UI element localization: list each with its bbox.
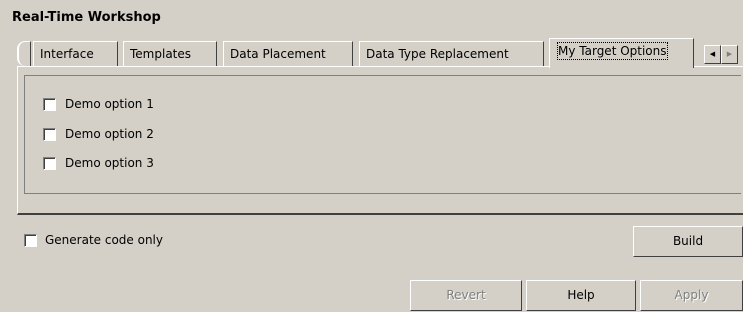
arrow-right-icon: ▶ [726,50,733,58]
tab-overflow-stub[interactable] [17,41,31,66]
arrow-left-icon: ◀ [709,50,716,58]
tab-my-target-options[interactable]: My Target Options [549,38,694,68]
tab-data-placement-label: Data Placement [230,47,326,61]
tab-data-type-replacement-label: Data Type Replacement [366,47,509,61]
tab-templates-label: Templates [130,47,192,61]
tab-scroll-right-button[interactable]: ▶ [721,45,738,64]
tab-scroll-left-button[interactable]: ◀ [704,45,721,64]
demo-option-3-label: Demo option 3 [65,156,154,170]
revert-button[interactable]: Revert [410,280,522,311]
tab-interface[interactable]: Interface [33,41,118,66]
panel-title: Real-Time Workshop [12,10,161,25]
generate-code-only-checkbox[interactable] [24,234,37,247]
build-button[interactable]: Build [633,226,743,257]
tab-templates[interactable]: Templates [123,41,217,66]
help-button[interactable]: Help [526,280,636,311]
demo-option-3-checkbox[interactable] [43,157,56,170]
demo-option-1-checkbox[interactable] [43,98,56,111]
tab-data-placement[interactable]: Data Placement [223,41,353,66]
generate-code-only-label: Generate code only [45,233,163,247]
demo-option-2-checkbox[interactable] [43,128,56,141]
apply-button[interactable]: Apply [640,280,743,311]
tab-my-target-options-label: My Target Options [557,42,668,60]
tab-data-type-replacement[interactable]: Data Type Replacement [359,41,544,66]
tab-interface-label: Interface [40,47,94,61]
demo-option-1-label: Demo option 1 [65,97,154,111]
demo-option-2-label: Demo option 2 [65,127,154,141]
